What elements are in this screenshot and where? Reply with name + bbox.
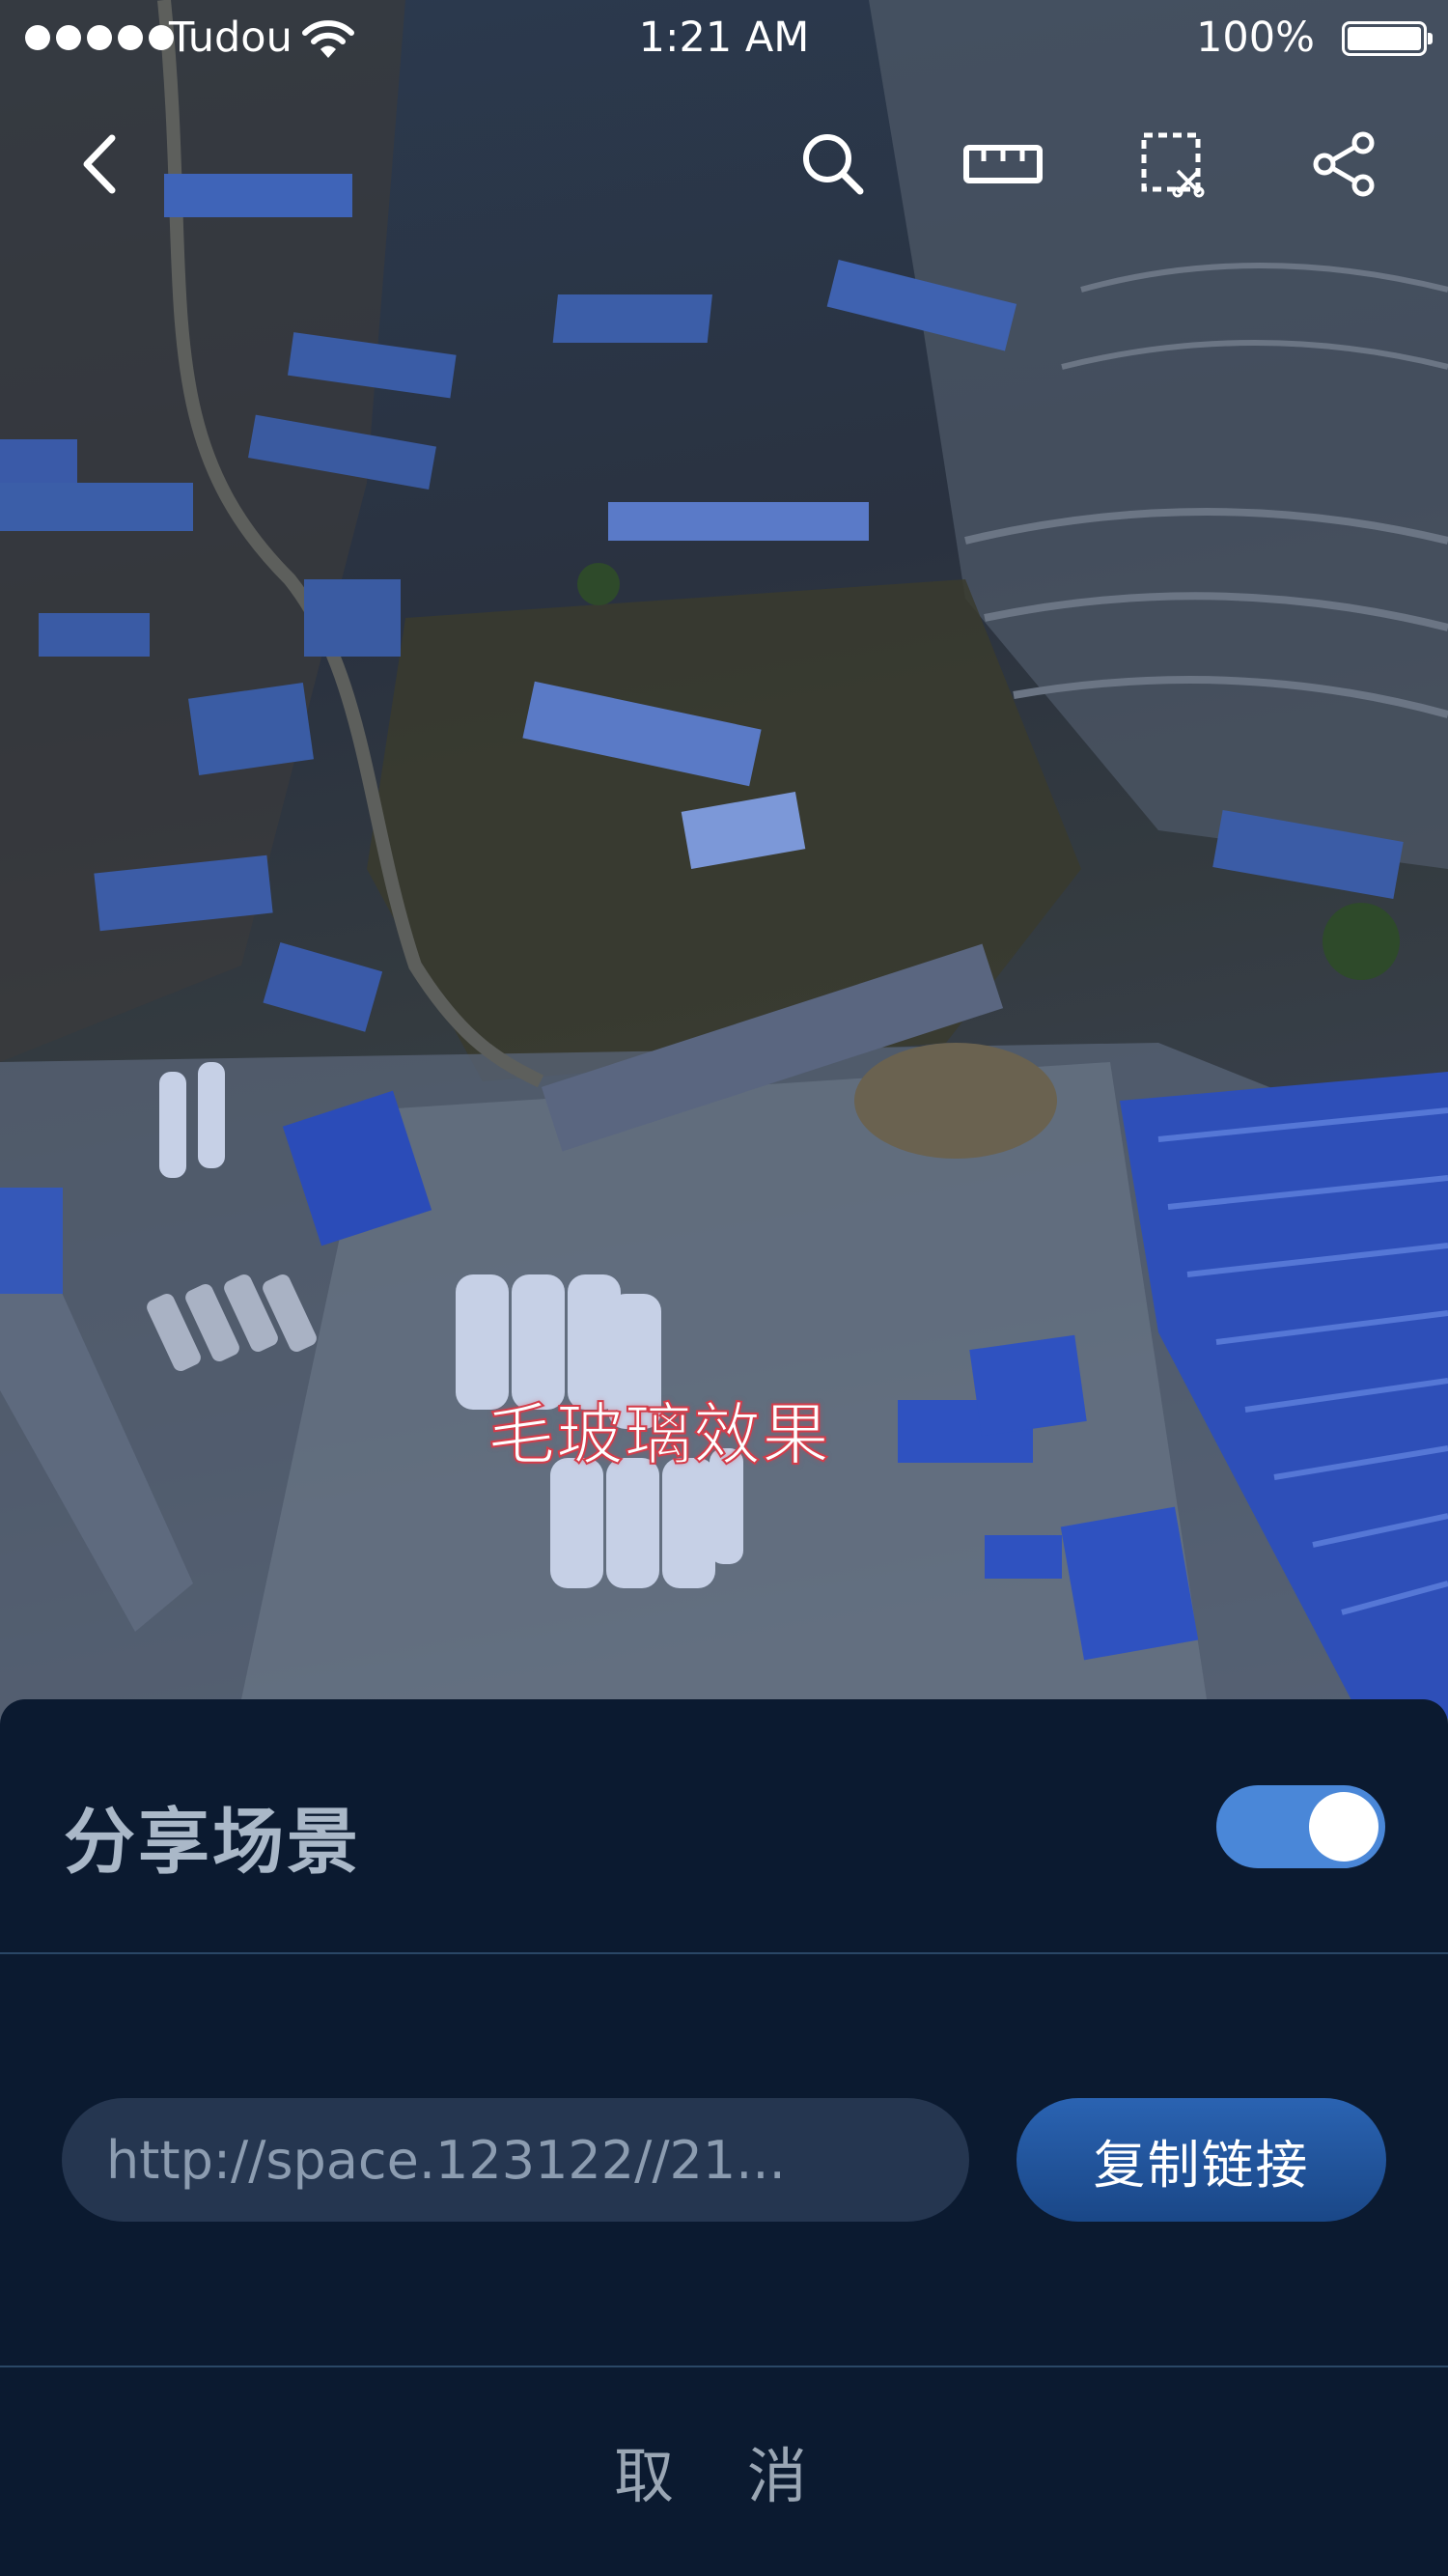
- share-url-field[interactable]: [62, 2098, 969, 2222]
- share-button[interactable]: [1301, 121, 1388, 208]
- back-icon: [83, 134, 116, 194]
- measure-button[interactable]: [960, 121, 1046, 208]
- divider-top: [0, 1952, 1448, 1954]
- status-bar: Tudou 1:21 AM 100%: [0, 0, 1448, 77]
- search-button[interactable]: [790, 121, 877, 208]
- screenshot-button[interactable]: [1129, 121, 1216, 208]
- screenshot-icon: [1141, 132, 1205, 198]
- share-scene-toggle[interactable]: [1216, 1785, 1385, 1868]
- share-scene-screen: 毛玻璃效果 Tudou 1:21 AM 100% 分享场景 http://spa…: [0, 0, 1448, 2576]
- search-icon: [803, 134, 864, 195]
- copy-link-button[interactable]: 复制链接: [1016, 2098, 1386, 2222]
- share-sheet: 分享场景 复制链接 取 消: [0, 1699, 1448, 2576]
- glass-effect-label: 毛玻璃效果: [487, 1394, 830, 1475]
- ruler-icon: [963, 145, 1043, 183]
- share-icon: [1313, 131, 1375, 197]
- back-button[interactable]: [56, 121, 143, 208]
- battery-icon: [1342, 21, 1433, 56]
- toggle-knob: [1309, 1792, 1378, 1862]
- aerial-scene-view[interactable]: 毛玻璃效果: [0, 0, 1448, 1738]
- battery-percentage: 100%: [1196, 14, 1315, 62]
- cancel-button[interactable]: 取 消: [0, 2366, 1448, 2576]
- share-scene-title: 分享场景: [64, 1801, 361, 1884]
